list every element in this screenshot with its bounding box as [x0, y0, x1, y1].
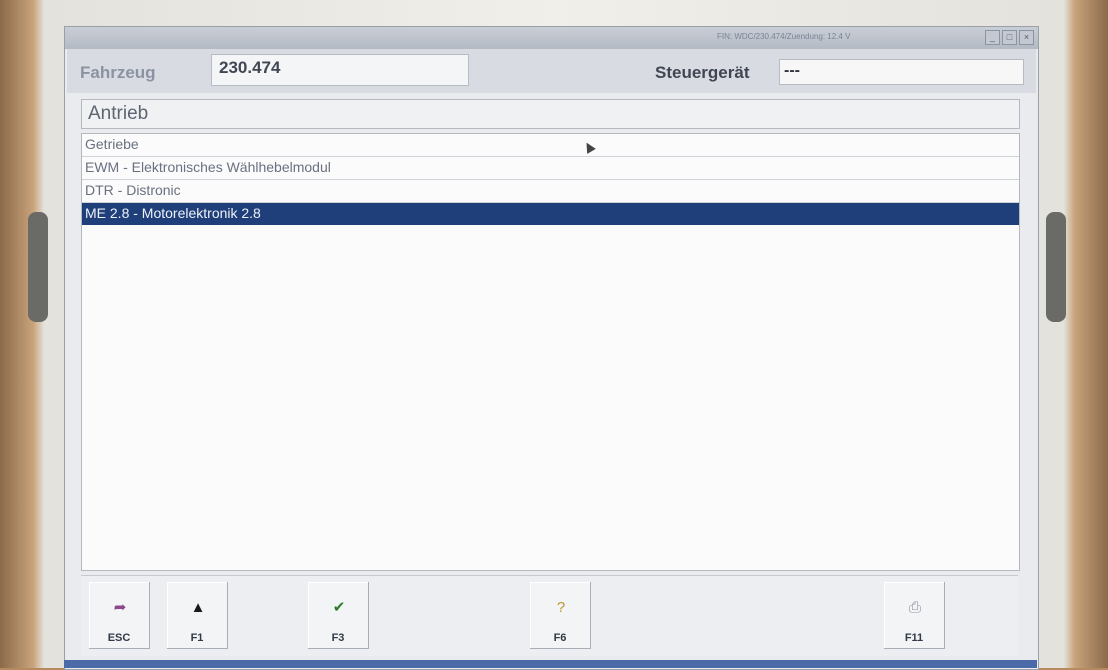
fahrzeug-value: 230.474 — [219, 58, 281, 77]
maximize-icon[interactable]: □ — [1002, 30, 1017, 45]
fahrzeug-label: Fahrzeug — [80, 63, 156, 82]
steuergeraet-value: --- — [784, 62, 800, 79]
f3-label: F3 — [331, 632, 345, 644]
f1-label: F1 — [190, 632, 204, 644]
title-info: FIN: WDC/230.474/Zuendung: 12.4 V — [717, 32, 851, 41]
list-item-label: DTR - Distronic — [85, 182, 181, 198]
arrow-up-icon: ▲ — [190, 599, 206, 616]
fahrzeug-field: 230.474 — [211, 54, 469, 86]
window-controls: _ □ × — [985, 30, 1034, 45]
group-header: Antrieb — [81, 99, 1020, 129]
list-item-dtr[interactable]: DTR - Distronic — [82, 180, 1019, 203]
vehicle-bar: Fahrzeug 230.474 Steuergerät --- — [67, 49, 1036, 93]
f11-label: F11 — [904, 632, 924, 644]
f6-button[interactable]: ? F6 — [530, 582, 591, 649]
taskbar — [64, 660, 1037, 668]
left-hinge — [28, 212, 48, 322]
list-item-label: Getriebe — [85, 136, 139, 152]
print-icon: ⎙ — [908, 599, 921, 616]
ecu-list: Getriebe EWM - Elektronisches Wählhebelm… — [81, 133, 1020, 571]
title-bar: FIN: WDC/230.474/Zuendung: 12.4 V _ □ × — [65, 27, 1038, 49]
minimize-icon[interactable]: _ — [985, 30, 1000, 45]
list-item-ewm[interactable]: EWM - Elektronisches Wählhebelmodul — [82, 157, 1019, 180]
screen: FIN: WDC/230.474/Zuendung: 12.4 V _ □ × … — [64, 26, 1039, 670]
f6-label: F6 — [553, 632, 567, 644]
help-icon: ? — [556, 599, 566, 616]
function-key-bar: ➦ ESC ▲ F1 ✔ F3 ? F6 ⎙ F11 — [81, 575, 1018, 656]
esc-button[interactable]: ➦ ESC — [89, 582, 150, 649]
close-icon[interactable]: × — [1019, 30, 1034, 45]
f11-button[interactable]: ⎙ F11 — [884, 582, 945, 649]
group-title: Antrieb — [88, 103, 149, 124]
list-item-label: EWM - Elektronisches Wählhebelmodul — [85, 159, 331, 175]
f3-button[interactable]: ✔ F3 — [308, 582, 369, 649]
steuergeraet-label: Steuergerät — [655, 63, 750, 82]
f1-button[interactable]: ▲ F1 — [167, 582, 228, 649]
esc-label: ESC — [107, 632, 131, 644]
checkmark-icon: ✔ — [332, 599, 346, 616]
steuergeraet-field: --- — [779, 59, 1024, 85]
right-hinge — [1046, 212, 1066, 322]
list-item-me28[interactable]: ME 2.8 - Motorelektronik 2.8 — [82, 203, 1019, 225]
list-item-getriebe[interactable]: Getriebe — [82, 134, 1019, 157]
list-item-label: ME 2.8 - Motorelektronik 2.8 — [85, 205, 261, 221]
exit-icon: ➦ — [113, 599, 127, 616]
